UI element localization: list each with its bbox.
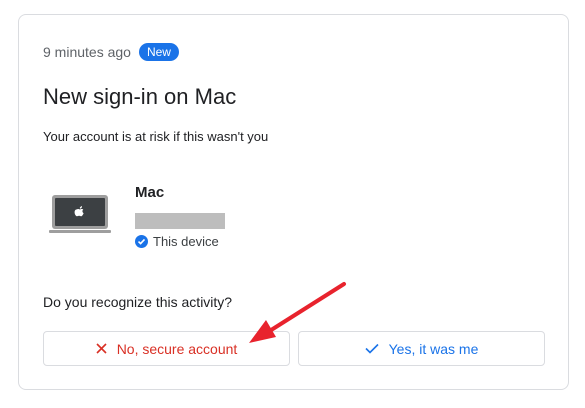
secure-account-button[interactable]: No, secure account	[43, 331, 290, 366]
new-badge: New	[138, 43, 179, 61]
recognize-question: Do you recognize this activity?	[43, 294, 233, 310]
sign-in-alert-card: 9 minutes ago New New sign-in on Mac You…	[18, 14, 569, 390]
check-icon	[365, 341, 379, 357]
redacted-location	[135, 213, 225, 229]
meta-row: 9 minutes ago New	[43, 43, 179, 61]
close-icon	[96, 341, 107, 357]
check-circle-icon	[135, 235, 148, 248]
secure-account-label: No, secure account	[116, 340, 238, 357]
alert-subtitle: Your account is at risk if this wasn't y…	[43, 129, 269, 144]
alert-title: New sign-in on Mac	[43, 84, 237, 109]
it-was-me-label: Yes, it was me	[388, 340, 479, 357]
timestamp: 9 minutes ago	[43, 44, 131, 60]
this-device-indicator: This device	[135, 234, 219, 249]
laptop-icon	[49, 195, 111, 233]
this-device-label: This device	[153, 234, 219, 249]
it-was-me-button[interactable]: Yes, it was me	[298, 331, 545, 366]
device-name: Mac	[135, 184, 165, 201]
